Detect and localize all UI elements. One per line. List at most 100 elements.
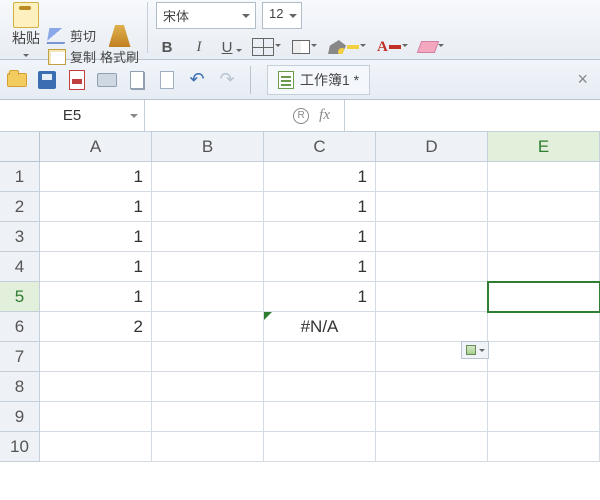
cell[interactable]: [488, 432, 600, 462]
cell[interactable]: [376, 432, 488, 462]
close-tab-button[interactable]: ×: [571, 69, 594, 90]
cell[interactable]: [376, 162, 488, 192]
cell[interactable]: [376, 222, 488, 252]
cell[interactable]: [488, 192, 600, 222]
cell[interactable]: [152, 282, 264, 312]
redo-button[interactable]: ↷: [216, 69, 238, 91]
borders-button[interactable]: [252, 38, 282, 56]
italic-button[interactable]: I: [188, 37, 210, 57]
cell[interactable]: [376, 252, 488, 282]
cell[interactable]: [376, 372, 488, 402]
cut-button[interactable]: 剪切: [48, 26, 96, 45]
spreadsheet-grid[interactable]: ABCDE11121131141151162#N/A78910: [0, 132, 600, 462]
select-all-corner[interactable]: [0, 132, 40, 162]
cell[interactable]: [488, 282, 600, 312]
cell[interactable]: [264, 342, 376, 372]
cell[interactable]: [488, 372, 600, 402]
column-header[interactable]: B: [152, 132, 264, 162]
row-header[interactable]: 2: [0, 192, 40, 222]
cell[interactable]: [488, 252, 600, 282]
save-button[interactable]: [36, 69, 58, 91]
cell[interactable]: 1: [264, 222, 376, 252]
export-pdf-button[interactable]: [66, 69, 88, 91]
trace-icon[interactable]: R: [293, 108, 309, 124]
page-setup-button[interactable]: [156, 69, 178, 91]
row-header[interactable]: 1: [0, 162, 40, 192]
clear-button[interactable]: [419, 38, 445, 56]
cell[interactable]: [488, 222, 600, 252]
font-group: 宋体 12 B I U A: [148, 2, 453, 53]
name-box[interactable]: E5: [0, 100, 145, 131]
cell[interactable]: 1: [40, 162, 152, 192]
row-header[interactable]: 9: [0, 402, 40, 432]
cell[interactable]: [40, 432, 152, 462]
row-header[interactable]: 5: [0, 282, 40, 312]
cell[interactable]: [264, 432, 376, 462]
cell[interactable]: [488, 312, 600, 342]
cell[interactable]: [152, 192, 264, 222]
cell[interactable]: [152, 252, 264, 282]
ribbon: 粘贴 剪切 复制 格式刷 宋体 12: [0, 0, 600, 60]
cell[interactable]: [488, 402, 600, 432]
copy-button[interactable]: 复制: [48, 47, 96, 66]
cell[interactable]: 1: [264, 192, 376, 222]
cell[interactable]: [376, 402, 488, 432]
cell[interactable]: [152, 222, 264, 252]
cell[interactable]: [152, 312, 264, 342]
row-header[interactable]: 10: [0, 432, 40, 462]
cell[interactable]: 1: [40, 252, 152, 282]
cell[interactable]: [40, 342, 152, 372]
open-button[interactable]: [6, 69, 28, 91]
cell[interactable]: 2: [40, 312, 152, 342]
cell[interactable]: [152, 402, 264, 432]
cell[interactable]: 1: [264, 282, 376, 312]
paste-button[interactable]: 粘贴: [12, 2, 40, 66]
column-header[interactable]: A: [40, 132, 152, 162]
autofill-options-button[interactable]: [461, 341, 489, 359]
merge-button[interactable]: [292, 38, 318, 56]
cell[interactable]: [264, 372, 376, 402]
column-header[interactable]: D: [376, 132, 488, 162]
cell[interactable]: [152, 372, 264, 402]
bold-button[interactable]: B: [156, 37, 178, 57]
cell[interactable]: 1: [40, 222, 152, 252]
font-name-select[interactable]: 宋体: [156, 2, 256, 29]
cell[interactable]: [488, 342, 600, 372]
print-button[interactable]: [96, 69, 118, 91]
cell[interactable]: [152, 342, 264, 372]
format-painter-button[interactable]: 格式刷: [100, 25, 139, 66]
cell[interactable]: 1: [40, 192, 152, 222]
font-size-select[interactable]: 12: [262, 2, 302, 29]
cell[interactable]: [376, 192, 488, 222]
cell[interactable]: 1: [264, 162, 376, 192]
row-header[interactable]: 6: [0, 312, 40, 342]
column-header[interactable]: C: [264, 132, 376, 162]
document-tab[interactable]: 工作簿1 *: [267, 65, 370, 95]
cell[interactable]: [152, 432, 264, 462]
row-header[interactable]: 7: [0, 342, 40, 372]
cell[interactable]: #N/A: [264, 312, 376, 342]
cell[interactable]: [40, 402, 152, 432]
undo-button[interactable]: ↶: [186, 69, 208, 91]
cell[interactable]: [40, 372, 152, 402]
print-preview-button[interactable]: [126, 69, 148, 91]
cell[interactable]: [376, 282, 488, 312]
save-icon: [38, 71, 56, 89]
error-indicator-icon: [264, 312, 272, 320]
font-color-button[interactable]: A: [377, 38, 409, 56]
column-header[interactable]: E: [488, 132, 600, 162]
chevron-down-icon: [359, 38, 367, 56]
cell[interactable]: [488, 162, 600, 192]
cell[interactable]: 1: [40, 282, 152, 312]
fx-button[interactable]: fx: [319, 107, 330, 124]
cell[interactable]: [264, 402, 376, 432]
underline-button[interactable]: U: [220, 37, 242, 57]
row-header[interactable]: 8: [0, 372, 40, 402]
row-header[interactable]: 3: [0, 222, 40, 252]
formula-input[interactable]: [345, 100, 600, 131]
fill-color-button[interactable]: [328, 38, 367, 56]
row-header[interactable]: 4: [0, 252, 40, 282]
cell[interactable]: [152, 162, 264, 192]
cell[interactable]: [376, 312, 488, 342]
cell[interactable]: 1: [264, 252, 376, 282]
